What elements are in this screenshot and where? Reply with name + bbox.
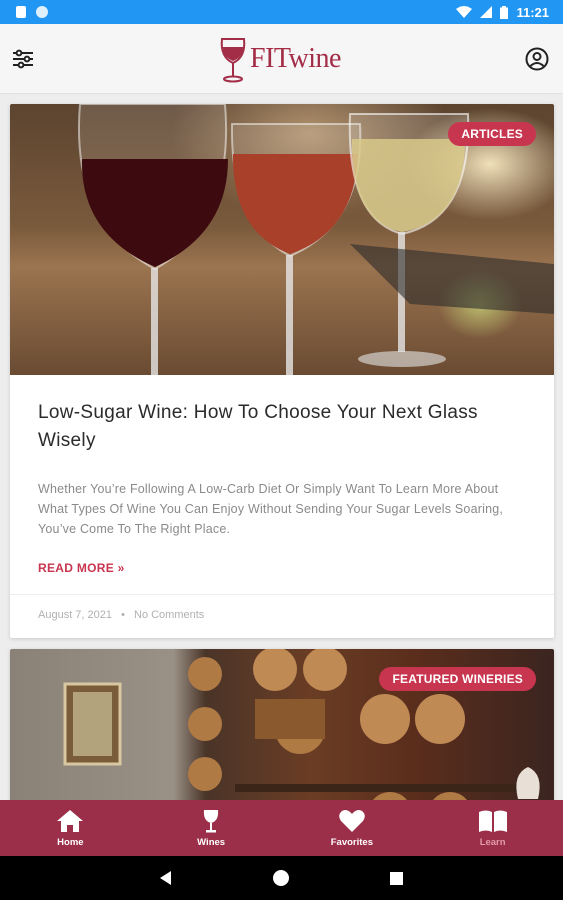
read-more-link[interactable]: READ MORE »	[38, 561, 526, 575]
account-circle-icon[interactable]	[525, 47, 549, 71]
category-badge[interactable]: ARTICLES	[448, 122, 536, 146]
wine-glass-icon	[204, 809, 219, 832]
sliders-icon[interactable]	[12, 49, 34, 69]
category-badge[interactable]: FEATURED WINERIES	[379, 667, 536, 691]
home-icon	[57, 809, 84, 832]
wifi-icon	[456, 6, 473, 18]
nav-favorites[interactable]: Favorites	[302, 809, 402, 848]
recents-icon[interactable]	[390, 871, 403, 885]
battery-icon	[500, 5, 509, 19]
nav-learn[interactable]: Learn	[443, 809, 543, 848]
bottom-navigation: Home Wines Favorites Learn	[0, 800, 563, 856]
signal-icon	[480, 6, 493, 18]
nav-favorites-label: Favorites	[330, 836, 373, 848]
sync-icon	[36, 6, 48, 18]
app-bar: FITwine	[0, 24, 563, 94]
nav-home-label: Home	[57, 836, 84, 848]
post-title[interactable]: Low-Sugar Wine: How To Choose Your Next …	[38, 399, 526, 455]
nav-learn-label: Learn	[479, 836, 506, 848]
status-bar: 11:21	[0, 0, 563, 24]
home-button-icon[interactable]	[272, 869, 290, 887]
logo-text: FITwine	[250, 42, 341, 74]
post-card[interactable]: FEATURED WINERIES	[10, 649, 554, 800]
back-icon[interactable]	[160, 871, 172, 885]
post-excerpt: Whether You’re Following A Low-Carb Diet…	[38, 482, 504, 536]
status-time: 11:21	[516, 4, 549, 20]
nav-home[interactable]: Home	[20, 809, 120, 848]
meta-separator: •	[121, 609, 125, 621]
post-meta: August 7, 2021 • No Comments	[10, 594, 554, 638]
wine-glass-logo-icon	[220, 37, 246, 82]
post-image-wine-glasses[interactable]: ARTICLES	[10, 104, 554, 375]
sd-card-icon	[16, 6, 26, 18]
heart-icon	[339, 809, 365, 832]
post-card[interactable]: ARTICLES Low-Sugar Wine: How To Choose Y…	[10, 104, 554, 638]
post-feed[interactable]: ARTICLES Low-Sugar Wine: How To Choose Y…	[0, 94, 563, 800]
book-icon	[478, 810, 507, 832]
post-date: August 7, 2021	[38, 609, 113, 621]
post-comments-count[interactable]: No Comments	[134, 609, 204, 621]
post-image-winery-cellar[interactable]: FEATURED WINERIES	[10, 649, 554, 800]
app-logo[interactable]: FITwine	[218, 35, 341, 83]
nav-wines[interactable]: Wines	[161, 809, 261, 848]
system-navigation-bar	[0, 856, 563, 900]
nav-wines-label: Wines	[197, 836, 226, 848]
